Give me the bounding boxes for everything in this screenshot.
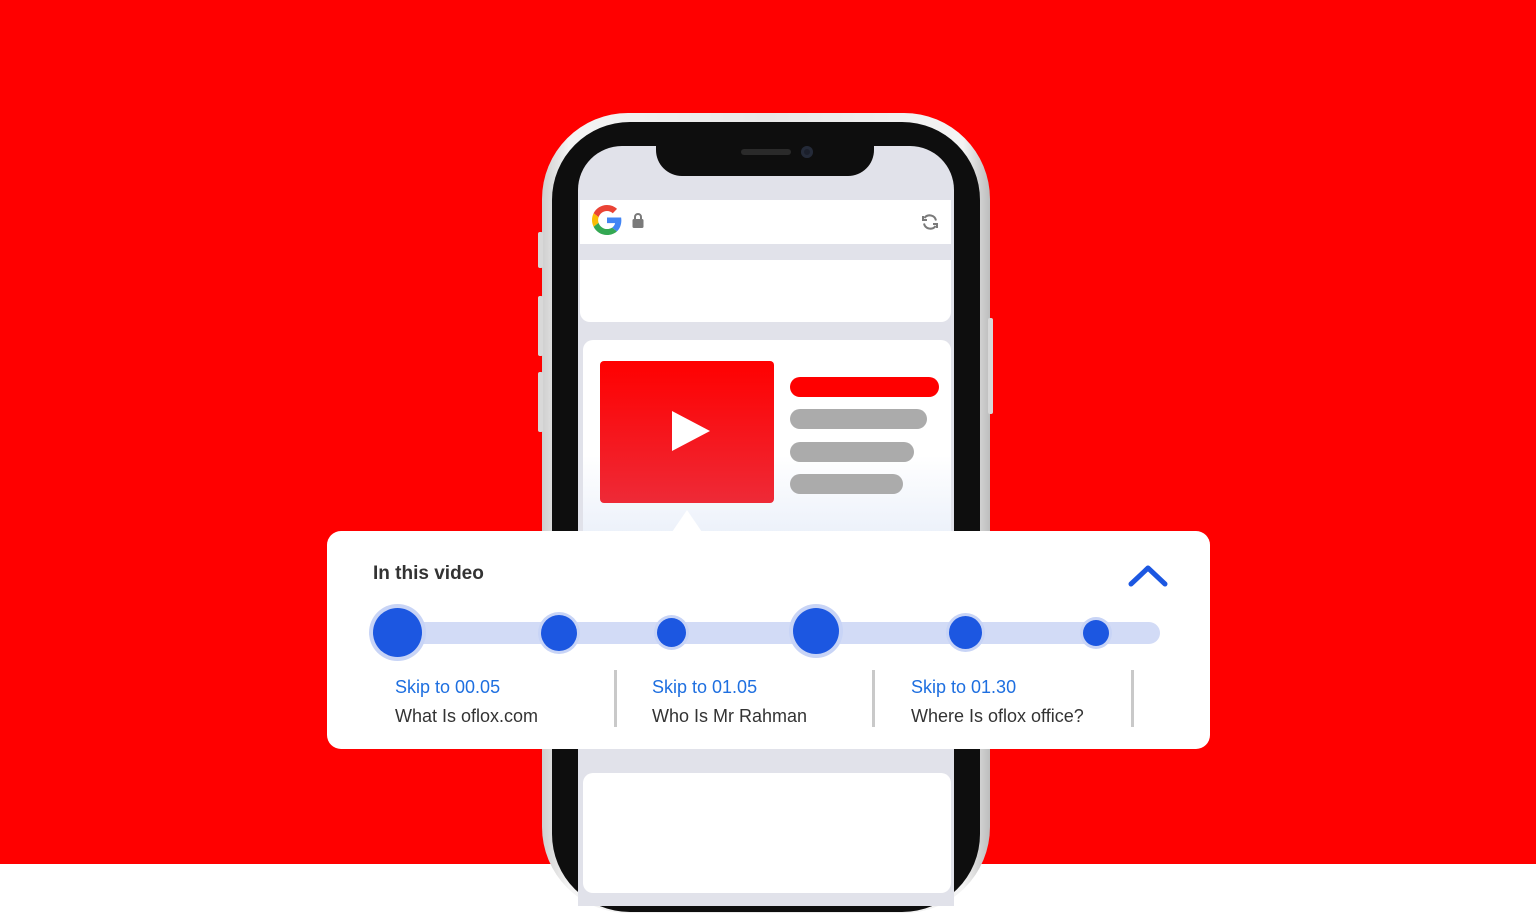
timeline-marker[interactable] (657, 618, 686, 647)
camera-icon (801, 146, 813, 158)
text-placeholder-line (790, 474, 903, 494)
timeline-marker[interactable] (949, 616, 982, 649)
chapter-title: Where Is oflox office? (911, 706, 1084, 726)
phone-volume-down-button (538, 372, 543, 432)
chapter-skip-link[interactable]: Skip to 00.05 (395, 676, 538, 698)
chapter-item[interactable]: Skip to 01.05 Who Is Mr Rahman (652, 676, 807, 727)
phone-notch (656, 140, 874, 176)
phone-side-button (538, 232, 543, 268)
timeline-track[interactable] (373, 622, 1160, 644)
chevron-up-icon[interactable] (1128, 563, 1168, 589)
chapter-divider (1131, 670, 1134, 727)
text-placeholder-line (790, 409, 927, 429)
lock-icon (632, 213, 644, 228)
chapter-title: Who Is Mr Rahman (652, 706, 808, 726)
chapter-divider (872, 670, 875, 727)
chapter-skip-link[interactable]: Skip to 01.30 (911, 676, 1084, 698)
timeline-marker[interactable] (373, 608, 422, 657)
popup-pointer (672, 510, 702, 532)
chapter-item[interactable]: Skip to 01.30 Where Is oflox office? (911, 676, 1084, 727)
panel-title: In this video (373, 563, 484, 584)
search-result-card[interactable] (583, 773, 951, 893)
text-placeholder-line (790, 442, 914, 462)
chapter-title: What Is oflox.com (395, 706, 539, 726)
refresh-icon[interactable] (920, 212, 940, 232)
phone-speaker (741, 149, 791, 155)
search-result-card[interactable] (580, 260, 951, 322)
phone-power-button (988, 318, 993, 414)
play-icon[interactable] (672, 411, 710, 451)
chapter-divider (614, 670, 617, 727)
timeline-marker[interactable] (1083, 620, 1109, 646)
chapter-skip-link[interactable]: Skip to 01.05 (652, 676, 807, 698)
google-g-icon (592, 205, 622, 235)
chapter-item[interactable]: Skip to 00.05 What Is oflox.com (395, 676, 538, 727)
timeline-marker[interactable] (793, 608, 839, 654)
video-title-placeholder (790, 377, 939, 397)
phone-volume-up-button (538, 296, 543, 356)
timeline-marker[interactable] (541, 615, 577, 651)
